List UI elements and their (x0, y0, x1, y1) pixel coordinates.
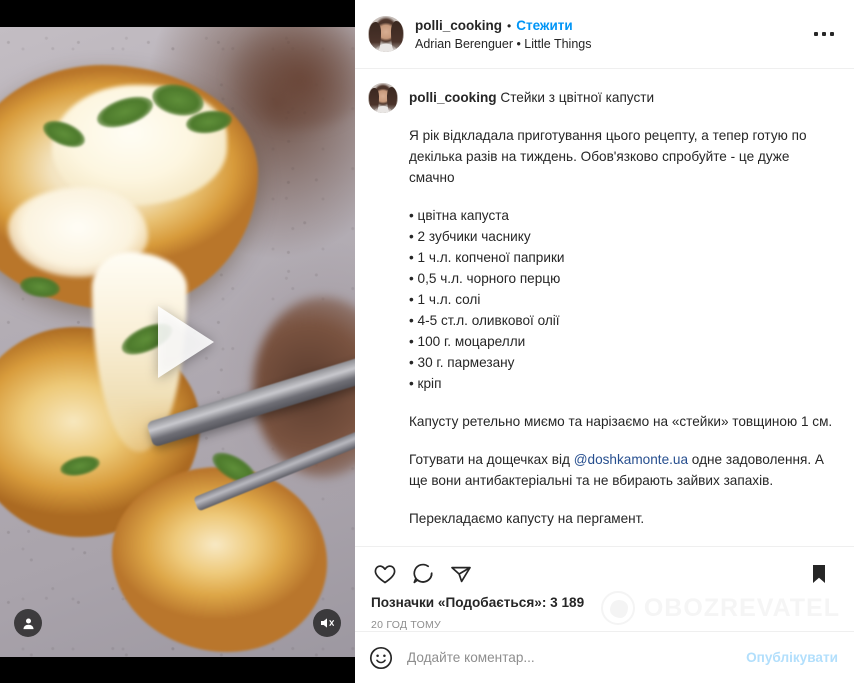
letterbox-top (0, 0, 355, 27)
mention-link[interactable]: @doshkamonte.ua (574, 452, 688, 467)
ingredient-list: • цвітна капуста • 2 зубчики часнику • 1… (409, 205, 838, 394)
more-options-icon[interactable] (808, 20, 840, 48)
letterbox-bottom (0, 657, 355, 683)
post-header: polli_cooking • Стежити Adrian Berenguer… (355, 0, 854, 69)
comment-composer: Опублікувати (355, 631, 854, 683)
caption-title: Стейки з цвітної капусти (500, 90, 655, 105)
ingredient-item: • 100 г. моцарелли (409, 334, 526, 349)
instagram-post: polli_cooking • Стежити Adrian Berenguer… (0, 0, 854, 683)
caption-username[interactable]: polli_cooking (409, 90, 497, 105)
avatar-hair-left (369, 22, 381, 51)
post-actions: Позначки «Подобається»: 3 189 20 ГОД ТОМ… (355, 547, 854, 631)
ingredient-item: • кріп (409, 376, 442, 391)
play-triangle-icon[interactable] (130, 294, 226, 390)
likes-count-label[interactable]: Позначки «Подобається»: 3 189 (366, 593, 838, 610)
caption-step-2: Перекладаємо капусту на пергамент. (409, 511, 645, 526)
emoji-smiley-icon[interactable] (367, 644, 395, 672)
caption-text: polli_cooking Стейки з цвітної капусти Я… (409, 83, 838, 529)
more-dot-1 (814, 32, 818, 36)
comment-bubble-icon[interactable] (404, 555, 442, 593)
caption-avatar[interactable] (368, 83, 398, 113)
ingredient-item: • цвітна капуста (409, 208, 509, 223)
heart-icon[interactable] (366, 555, 404, 593)
avatar[interactable] (368, 16, 404, 52)
sponsor-text-before: Готувати на дощечках від (409, 452, 574, 467)
caption-sponsor: Готувати на дощечках від @doshkamonte.ua… (409, 449, 838, 491)
speaker-muted-icon[interactable] (313, 609, 341, 637)
follow-button[interactable]: Стежити (516, 17, 572, 34)
header-audio-track[interactable]: Adrian Berenguer • Little Things (415, 36, 591, 52)
post-details-panel: polli_cooking • Стежити Adrian Berenguer… (355, 0, 854, 683)
caption-step-1: Капусту ретельно миємо та нарізаємо на «… (409, 414, 833, 429)
person-tag-icon[interactable] (14, 609, 42, 637)
header-separator: • (507, 18, 512, 33)
header-text-block: polli_cooking • Стежити Adrian Berenguer… (415, 17, 591, 52)
ingredient-item: • 1 ч.л. копченої паприки (409, 250, 565, 265)
action-icon-row (366, 555, 838, 593)
caption-scroll-area[interactable]: polli_cooking Стейки з цвітної капусти Я… (355, 69, 854, 547)
caption-intro: Я рік відкладала приготування цього реце… (409, 128, 807, 185)
post-media-container[interactable] (0, 0, 355, 683)
comment-input[interactable] (407, 650, 737, 665)
ingredient-item: • 2 зубчики часнику (409, 229, 531, 244)
more-dot-2 (822, 32, 826, 36)
post-comment-button[interactable]: Опублікувати (746, 650, 838, 665)
share-paper-plane-icon[interactable] (442, 555, 480, 593)
caption-avatar-hair-left (369, 88, 379, 112)
caption-row: polli_cooking Стейки з цвітної капусти Я… (368, 83, 838, 529)
caption-title-line: polli_cooking Стейки з цвітної капусти (409, 87, 838, 108)
ingredient-item: • 4-5 ст.л. оливкової олії (409, 313, 560, 328)
ingredient-item: • 0,5 ч.л. чорного перцю (409, 271, 561, 286)
more-dot-3 (830, 32, 834, 36)
ingredient-item: • 1 ч.л. солі (409, 292, 481, 307)
header-primary-line: polli_cooking • Стежити (415, 17, 591, 35)
header-username[interactable]: polli_cooking (415, 17, 502, 34)
post-timestamp: 20 ГОД ТОМУ (371, 619, 441, 631)
bookmark-filled-icon[interactable] (800, 555, 838, 593)
ingredient-item: • 30 г. пармезану (409, 355, 515, 370)
